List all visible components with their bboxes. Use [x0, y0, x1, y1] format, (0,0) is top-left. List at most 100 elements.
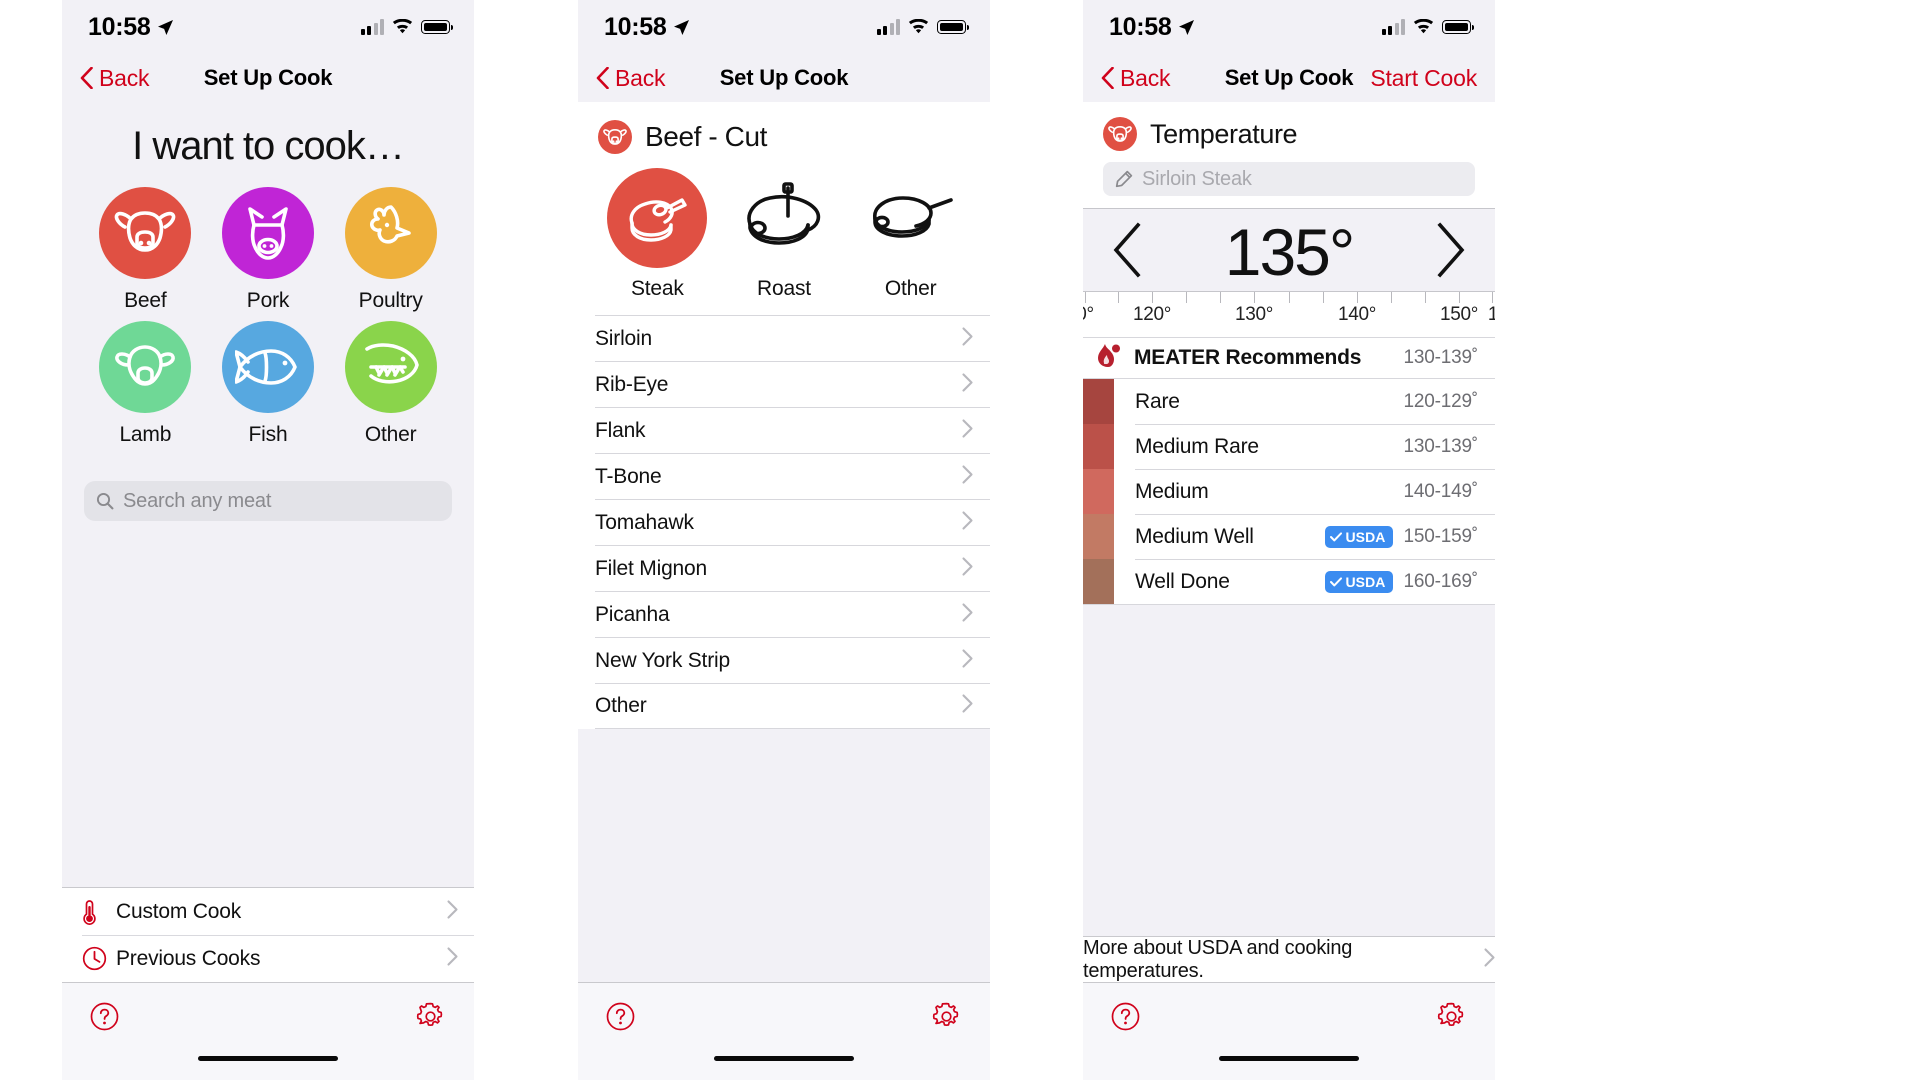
cook-name-input[interactable]: Sirloin Steak	[1103, 162, 1475, 196]
meat-selection-body: I want to cook… Beef Pork Poultry Lamb F…	[62, 102, 474, 982]
chevron-right-icon	[962, 464, 973, 489]
back-button[interactable]: Back	[80, 65, 150, 92]
increase-temperature-button[interactable]	[1435, 221, 1469, 284]
search-icon	[96, 492, 114, 510]
help-button[interactable]	[1111, 1002, 1140, 1036]
previous-cooks-row[interactable]: Previous Cooks	[62, 935, 474, 982]
chevron-left-icon	[1101, 67, 1114, 89]
doneness-color-swatch	[1083, 424, 1114, 469]
doneness-label: Medium Rare	[1135, 434, 1259, 458]
cut-label: T-Bone	[595, 464, 662, 488]
meat-label: Beef	[124, 289, 167, 312]
search-area: Search any meat	[62, 481, 474, 521]
usda-label: USDA	[1345, 573, 1386, 590]
meat-option-pork[interactable]: Pork	[207, 187, 330, 313]
cow-head-icon	[1103, 117, 1137, 151]
wifi-icon	[392, 19, 413, 34]
chevron-right-icon	[447, 899, 458, 924]
section-title: Temperature	[1150, 118, 1298, 149]
spacer	[578, 729, 990, 982]
ruler-label: 1	[1488, 304, 1495, 326]
cut-label: Tomahawk	[595, 510, 694, 534]
chevron-left-icon	[80, 67, 93, 89]
tab-bar	[1083, 982, 1495, 1054]
doneness-row-well-done[interactable]: Well Done USDA 160-169˚	[1083, 559, 1495, 604]
cut-row[interactable]: T-Bone	[595, 453, 990, 499]
cut-row[interactable]: Sirloin	[595, 315, 990, 361]
clock-icon	[82, 946, 112, 971]
steak-icon-circle	[607, 168, 708, 268]
section-header: Beef - Cut	[578, 102, 990, 154]
ruler-label: 130°	[1234, 304, 1274, 325]
back-button[interactable]: Back	[596, 65, 666, 92]
more-about-usda-link[interactable]: More about USDA and cooking temperatures…	[1083, 936, 1495, 982]
cut-row[interactable]: New York Strip	[595, 637, 990, 683]
cut-type-other[interactable]: Other	[856, 168, 966, 301]
row-label: Custom Cook	[116, 899, 242, 923]
help-button[interactable]	[606, 1002, 635, 1036]
cut-type-roast[interactable]: Roast	[729, 168, 839, 301]
chevron-left-icon	[1113, 221, 1141, 278]
meat-option-lamb[interactable]: Lamb	[84, 321, 207, 447]
cellular-signal-icon	[876, 19, 900, 35]
meat-label: Fish	[248, 423, 288, 446]
steak-icon	[629, 198, 688, 242]
start-cook-button[interactable]: Start Cook	[1370, 65, 1477, 92]
meat-option-poultry[interactable]: Poultry	[329, 187, 452, 313]
doneness-color-swatch	[1083, 514, 1114, 559]
doneness-range: 150-159˚	[1403, 525, 1479, 547]
question-mark-circle-icon	[606, 1002, 635, 1030]
headline: I want to cook…	[132, 124, 405, 168]
cut-label: Picanha	[595, 602, 670, 626]
doneness-row-rare[interactable]: Rare 120-129˚	[1083, 379, 1495, 424]
chevron-right-icon	[962, 694, 973, 718]
meat-option-fish[interactable]: Fish	[207, 321, 330, 447]
settings-button[interactable]	[415, 1001, 446, 1037]
status-bar-indicators	[360, 19, 454, 35]
cut-row[interactable]: Flank	[595, 407, 990, 453]
cut-row[interactable]: Filet Mignon	[595, 545, 990, 591]
doneness-list: Rare 120-129˚ Medium Rare 130-139˚ Mediu…	[1083, 379, 1495, 604]
cut-type-steak[interactable]: Steak	[602, 168, 712, 301]
help-button[interactable]	[90, 1002, 119, 1036]
navigation-bar: Back Set Up Cook	[62, 54, 474, 102]
settings-button[interactable]	[931, 1001, 962, 1037]
location-arrow-icon	[158, 19, 174, 35]
meat-option-beef[interactable]: Beef	[84, 187, 207, 313]
cut-row[interactable]: Rib-Eye	[595, 361, 990, 407]
back-button[interactable]: Back	[1101, 65, 1171, 92]
settings-button[interactable]	[1436, 1001, 1467, 1037]
pig-head-icon	[248, 207, 288, 260]
cut-label: Sirloin	[595, 326, 652, 350]
home-indicator	[198, 1056, 338, 1061]
ruler-label: 150°	[1439, 304, 1479, 325]
cut-row[interactable]: Picanha	[595, 591, 990, 637]
usda-badge: USDA	[1325, 525, 1393, 548]
doneness-row-medium-rare[interactable]: Medium Rare 130-139˚	[1083, 424, 1495, 469]
cut-row[interactable]: Tomahawk	[595, 499, 990, 545]
lamb-circle	[99, 321, 192, 413]
cut-label: Rib-Eye	[595, 372, 669, 396]
chevron-right-icon	[1437, 221, 1465, 278]
thermometer-icon	[82, 899, 112, 925]
status-bar-indicators	[1381, 19, 1475, 35]
meat-option-other[interactable]: Other	[329, 321, 452, 447]
search-input[interactable]: Search any meat	[84, 481, 452, 521]
doneness-row-medium[interactable]: Medium 140-149˚	[1083, 469, 1495, 514]
doneness-row-medium-well[interactable]: Medium Well USDA 150-159˚	[1083, 514, 1495, 559]
pork-circle	[221, 187, 314, 279]
temperature-value: 135°	[1224, 215, 1356, 289]
home-indicator	[1219, 1056, 1359, 1061]
bottom-action-rows: Custom Cook Previous Cooks	[62, 887, 474, 982]
cut-row[interactable]: Other	[595, 683, 990, 729]
ruler-label: 0°	[1083, 304, 1094, 325]
temperature-ruler[interactable]: 0° 120° 130° 140° 150° 1	[1083, 291, 1495, 337]
wifi-icon	[908, 19, 929, 34]
home-indicator-area	[578, 1054, 990, 1080]
chevron-right-icon	[447, 946, 458, 971]
doneness-label: Well Done	[1135, 569, 1230, 593]
ruler-label: 120°	[1132, 304, 1172, 325]
decrease-temperature-button[interactable]	[1109, 221, 1143, 284]
custom-cook-row[interactable]: Custom Cook	[62, 888, 474, 935]
